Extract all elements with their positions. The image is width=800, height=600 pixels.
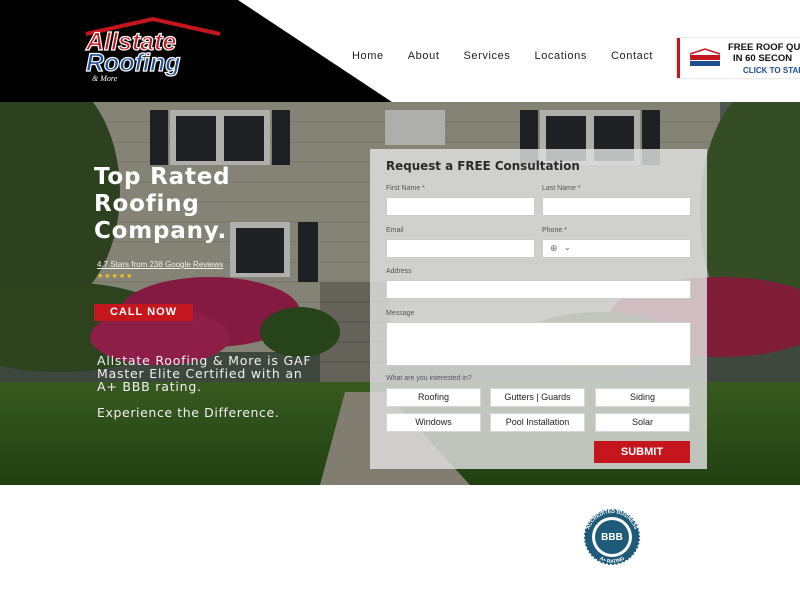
chevron-down-icon[interactable]: ⌄ bbox=[564, 243, 571, 252]
bbb-center-text: BBB bbox=[601, 532, 623, 543]
submit-button[interactable]: SUBMIT bbox=[594, 441, 690, 463]
option-windows[interactable]: Windows bbox=[386, 413, 481, 432]
call-now-button[interactable]: CALL NOW bbox=[94, 304, 193, 321]
first-name-input[interactable] bbox=[386, 197, 535, 216]
google-reviews-link[interactable]: 4.7 Stars from 238 Google Reviews bbox=[97, 260, 223, 269]
option-siding[interactable]: Siding bbox=[595, 388, 690, 407]
message-label: Message bbox=[386, 310, 415, 317]
logo-text-roofing: Roofing bbox=[86, 49, 180, 77]
nav-services[interactable]: Services bbox=[452, 50, 523, 62]
email-input[interactable] bbox=[386, 239, 535, 258]
hero-tagline: Allstate Roofing & More is GAF Master El… bbox=[97, 353, 312, 394]
form-title: Request a FREE Consultation bbox=[386, 158, 580, 173]
phone-input[interactable]: ⊕ ⌄ bbox=[542, 239, 691, 258]
globe-flag-icon[interactable]: ⊕ bbox=[550, 243, 558, 254]
nav-home[interactable]: Home bbox=[340, 50, 396, 62]
quote-line-2: IN 60 SECON bbox=[733, 53, 793, 64]
free-quote-button[interactable]: FREE ROOF QU IN 60 SECON CLICK TO STAR bbox=[677, 38, 800, 78]
hero-section: Top Rated Roofing Company. 4.7 Stars fro… bbox=[0, 102, 800, 485]
address-label: Address bbox=[386, 268, 412, 275]
email-label: Email bbox=[386, 227, 404, 234]
nav-about[interactable]: About bbox=[396, 50, 452, 62]
message-textarea[interactable] bbox=[386, 322, 691, 366]
quote-line-3: CLICK TO STAR bbox=[743, 66, 800, 75]
first-name-label: First Name * bbox=[386, 185, 425, 192]
consultation-form: Request a FREE Consultation First Name *… bbox=[370, 149, 707, 469]
hero-headline: Top Rated Roofing Company. bbox=[94, 164, 324, 245]
nav-locations[interactable]: Locations bbox=[522, 50, 599, 62]
phone-label: Phone * bbox=[542, 227, 567, 234]
headline-line-2: Roofing bbox=[94, 191, 200, 217]
quote-mini-logo bbox=[689, 48, 721, 66]
quote-line-1: FREE ROOF QU bbox=[728, 42, 800, 53]
allstate-logo[interactable]: Allstate Roofing & More bbox=[78, 14, 228, 84]
headline-line-3: Company. bbox=[94, 218, 228, 244]
main-nav: Home About Services Locations Contact bbox=[340, 50, 665, 62]
interest-label: What are you interested in? bbox=[386, 375, 472, 382]
option-solar[interactable]: Solar bbox=[595, 413, 690, 432]
star-rating: ★★★★★ bbox=[97, 273, 134, 280]
nav-contact[interactable]: Contact bbox=[599, 50, 665, 62]
logo-text-more: & More bbox=[92, 74, 118, 83]
option-pool-installation[interactable]: Pool Installation bbox=[490, 413, 585, 432]
last-name-input[interactable] bbox=[542, 197, 691, 216]
address-input[interactable] bbox=[386, 280, 691, 299]
last-name-label: Last Name * bbox=[542, 185, 581, 192]
bbb-accredited-badge[interactable]: ACCREDITED BUSINESS BBB A+ RATING bbox=[572, 507, 652, 567]
option-gutters-guards[interactable]: Gutters | Guards bbox=[490, 388, 585, 407]
headline-line-1: Top Rated bbox=[94, 164, 231, 190]
option-roofing[interactable]: Roofing bbox=[386, 388, 481, 407]
hero-tagline-2: Experience the Difference. bbox=[97, 405, 280, 420]
